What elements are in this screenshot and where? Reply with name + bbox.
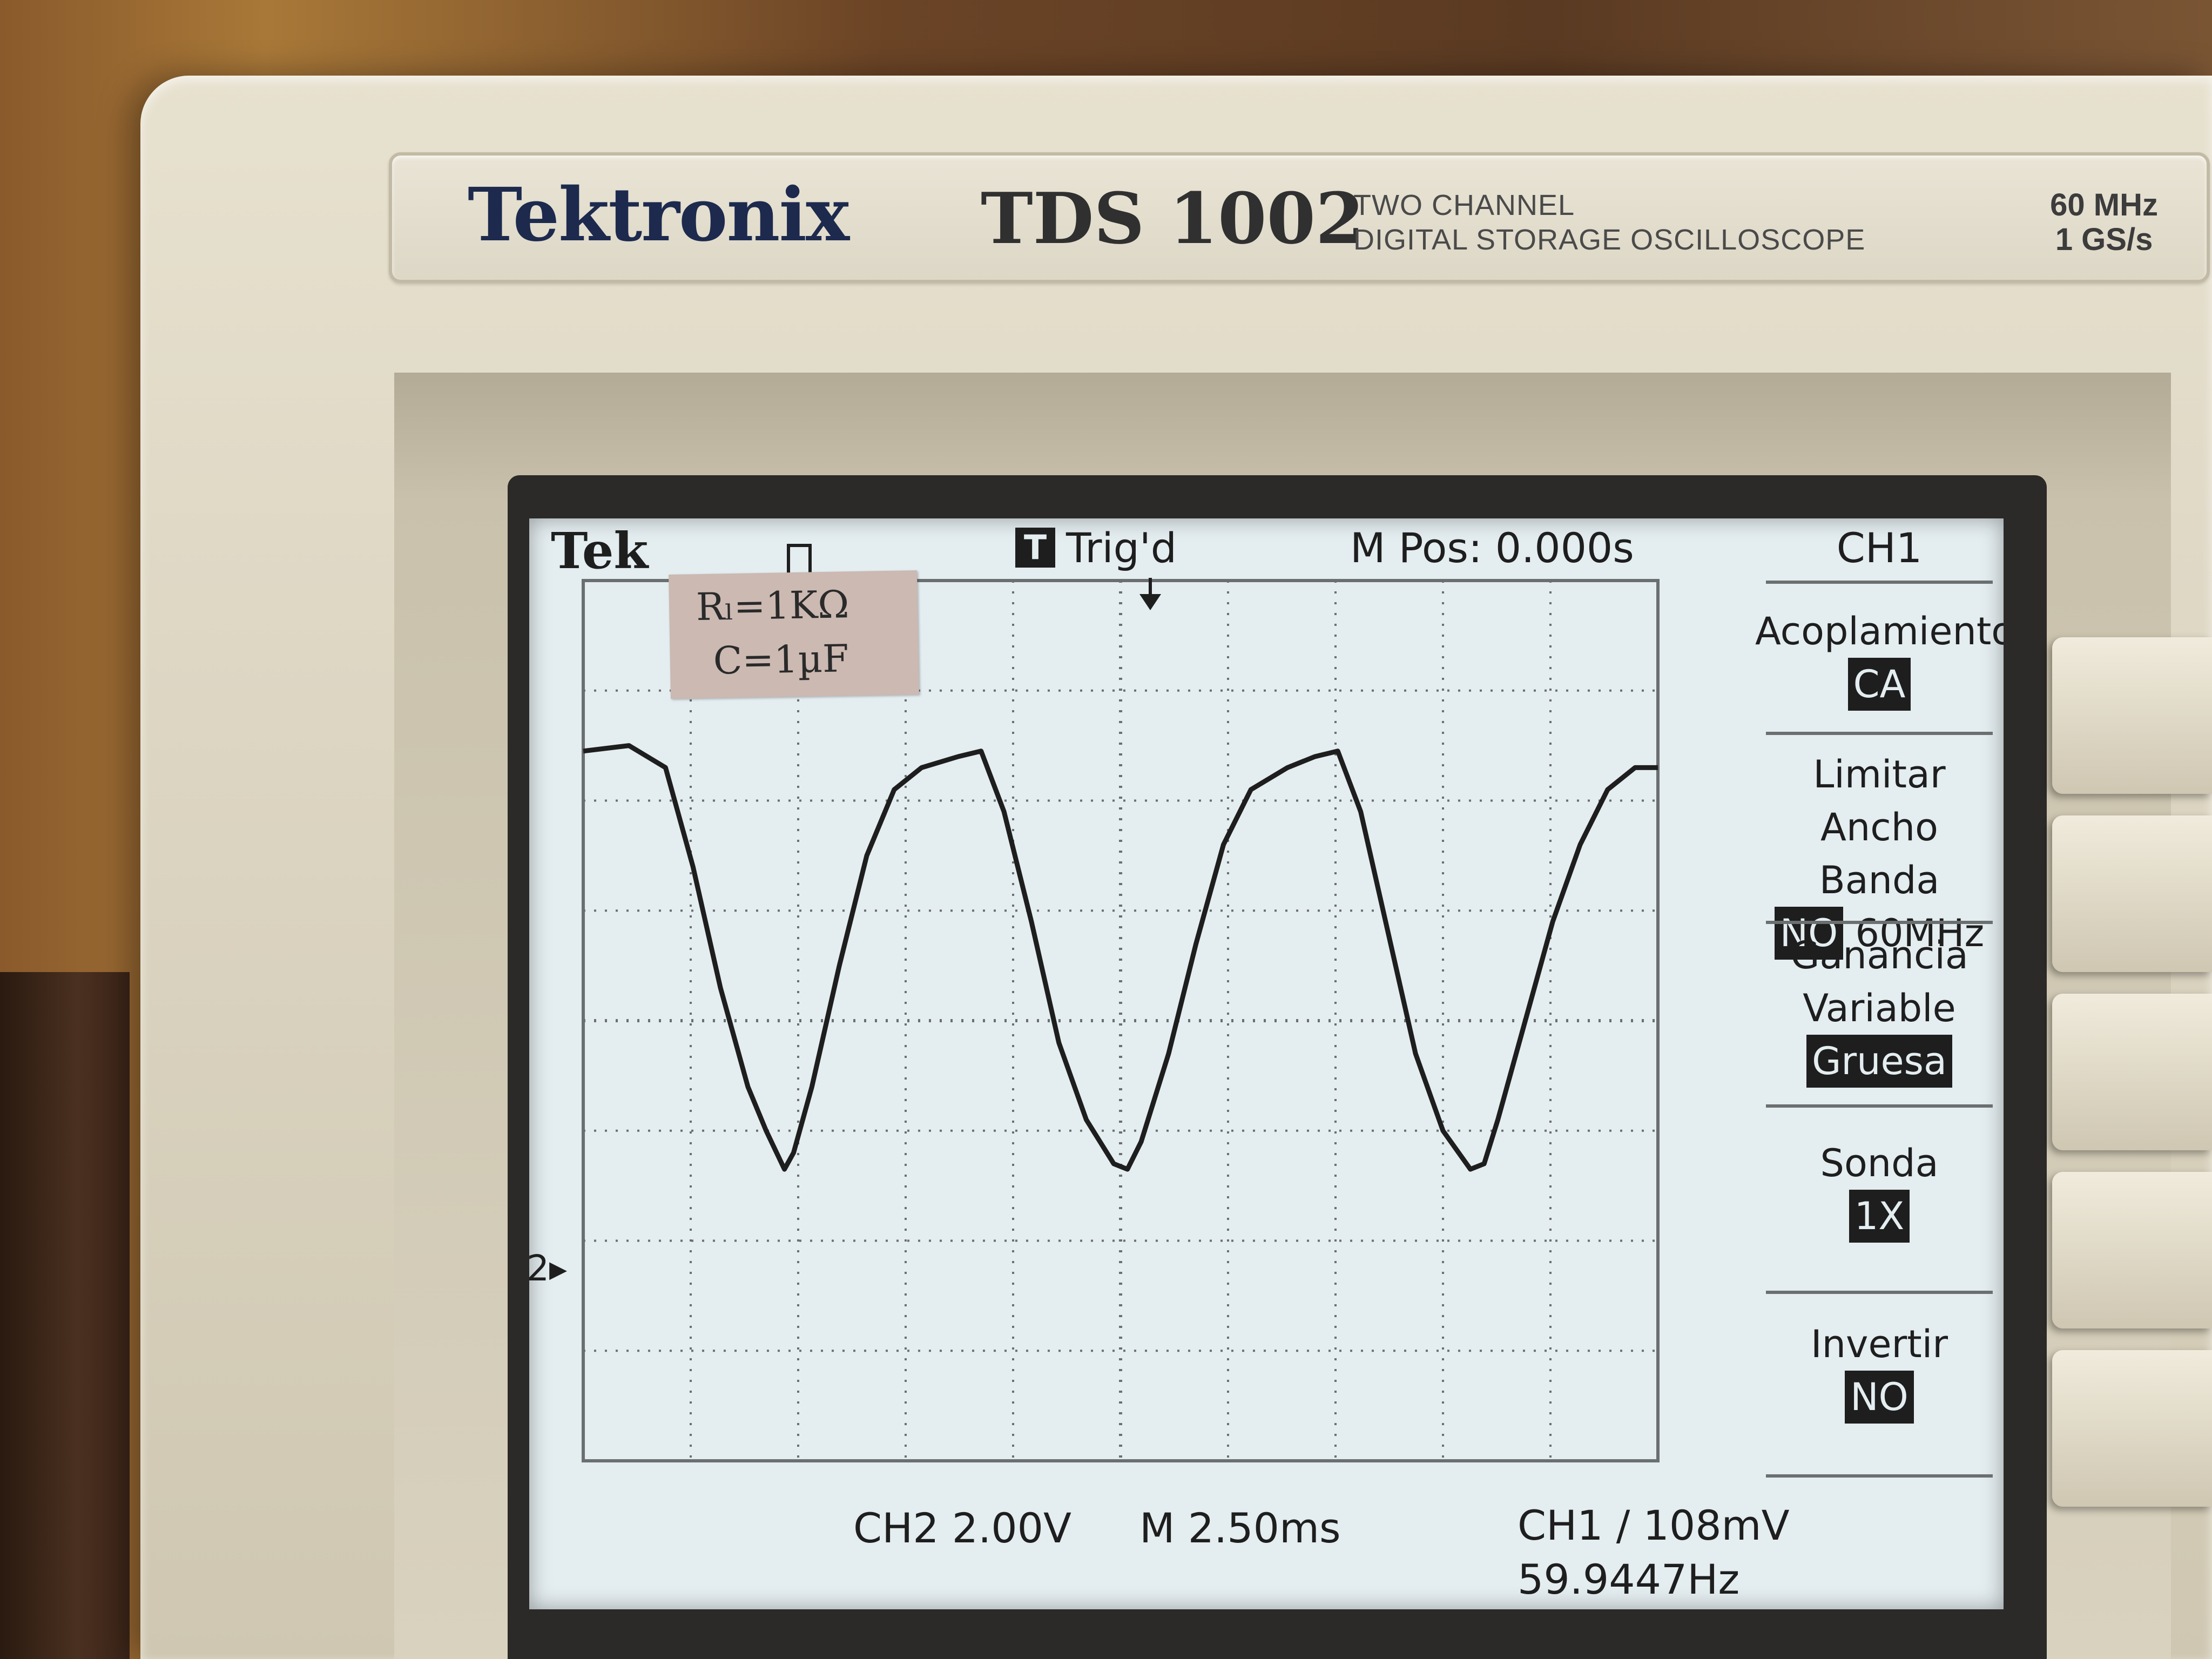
ch2-ground-marker: 2▸ [529,1247,568,1289]
time-scale-readout: M 2.50ms [1139,1504,1341,1552]
menu-button-3[interactable] [2052,994,2212,1150]
model-description: TWO CHANNEL DIGITAL STORAGE OSCILLOSCOPE [1353,188,1865,257]
trigger-position-marker [1139,594,1161,610]
spec-sample-rate: 1 GS/s [2055,222,2153,257]
probe-label: Sonda [1820,1141,1939,1185]
graticule-frame [582,579,1660,1462]
note-line-1: Rₗ=1KΩ [696,582,849,630]
menu-button-5[interactable] [2052,1350,2212,1507]
coupling-label: Acoplamiento [1755,609,2004,653]
menu-button-4[interactable] [2052,1172,2212,1328]
frequency-readout: 59.9447Hz [1518,1555,1740,1603]
gain-label-2: Variable [1803,986,1956,1030]
menu-separator [1766,1291,1993,1294]
bw-label-2: Ancho Banda [1819,805,1940,902]
invert-label: Invertir [1811,1322,1948,1366]
background-cable [0,972,130,1659]
handwritten-note: Rₗ=1KΩ C=1µF [669,570,919,699]
m-pos-readout: M Pos: 0.000s [1350,524,1634,572]
invert-value: NO [1845,1371,1914,1424]
trigger-readout: CH1 ∕ 108mV [1518,1501,1790,1549]
trigger-status-text: Trig'd [1066,524,1177,572]
menu-separator [1766,1104,1993,1108]
menu-title: CH1 [1836,524,1923,572]
trigger-marker-stem [1149,578,1152,595]
menu-separator [1766,921,1993,924]
menu-probe[interactable]: Sonda 1X [1755,1137,2004,1243]
menu-separator [1766,1474,1993,1478]
brand-logo: Tektronix [468,172,849,258]
specs: 60 MHz 1 GS/s [2050,188,2158,257]
model-number: TDS 1002 [981,177,1365,260]
trigger-icon: T [1015,528,1055,568]
spec-bandwidth: 60 MHz [2050,187,2158,222]
ch2-scale-readout: CH2 2.00V [853,1504,1071,1552]
tek-label: Tek [551,522,649,580]
gain-value: Gruesa [1806,1035,1952,1088]
trigger-status: T Trig'd [1015,524,1177,572]
menu-coupling[interactable]: Acoplamiento CA [1755,605,2004,711]
note-line-2: C=1µF [713,636,849,683]
coupling-value: CA [1847,658,1911,711]
oscilloscope-screen: Tek T Trig'd M Pos: 0.000s 2▸ Rₗ=1KΩ C=1µ… [529,518,2004,1609]
gain-label-1: Ganancia [1790,933,1968,977]
menu-variable-gain[interactable]: Ganancia Variable Gruesa [1755,929,2004,1088]
brand-panel: Tektronix TDS 1002 TWO CHANNEL DIGITAL S… [389,152,2210,283]
menu-separator [1766,581,1993,584]
menu-button-1[interactable] [2052,637,2212,794]
menu-bandwidth-limit[interactable]: Limitar Ancho Banda NO 60MHz [1755,748,2004,960]
menu-invert[interactable]: Invertir NO [1755,1318,2004,1424]
menu-separator [1766,732,1993,735]
ch1-menu: CH1 Acoplamiento CA Limitar Ancho Banda … [1755,518,2004,1609]
menu-button-2[interactable] [2052,815,2212,972]
model-description-line1: TWO CHANNEL [1353,189,1575,221]
menu-side-buttons [2052,637,2212,1507]
bw-label-1: Limitar [1813,752,1946,797]
graticule [582,579,1660,1462]
probe-value: 1X [1849,1190,1910,1243]
model-description-line2: DIGITAL STORAGE OSCILLOSCOPE [1353,224,1866,256]
